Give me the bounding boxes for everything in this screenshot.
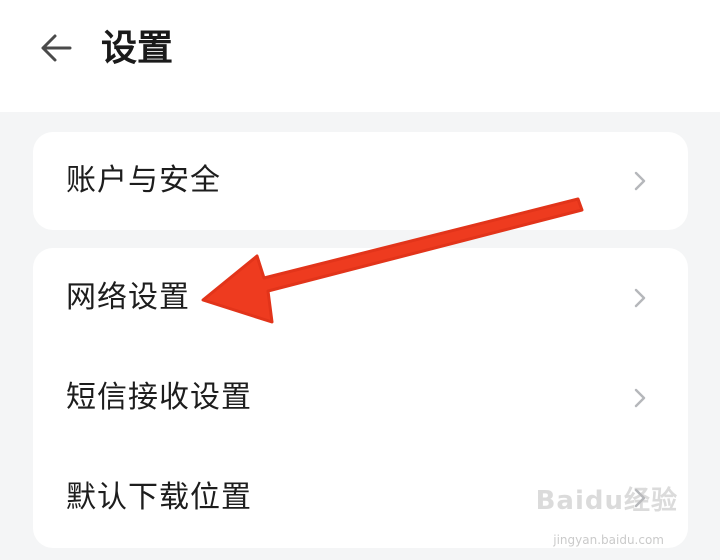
settings-item-label: 网络设置 bbox=[66, 280, 190, 315]
chevron-right-icon bbox=[634, 171, 646, 191]
chevron-right-icon bbox=[634, 288, 646, 308]
settings-group-account: 账户与安全 bbox=[33, 132, 688, 230]
settings-item-network[interactable]: 网络设置 bbox=[33, 248, 688, 348]
arrow-left-icon bbox=[41, 34, 72, 62]
chevron-right-icon bbox=[634, 388, 646, 408]
back-button[interactable] bbox=[34, 28, 78, 68]
settings-item-account-security[interactable]: 账户与安全 bbox=[33, 132, 688, 230]
settings-item-label: 短信接收设置 bbox=[66, 380, 252, 415]
watermark-logo: Baidu经验 bbox=[535, 486, 678, 516]
page-title: 设置 bbox=[101, 28, 174, 69]
header-bar: 设置 bbox=[0, 0, 720, 112]
settings-item-sms-receive[interactable]: 短信接收设置 bbox=[33, 348, 688, 448]
settings-item-label: 默认下载位置 bbox=[66, 480, 252, 515]
watermark-url: jingyan.baidu.com bbox=[553, 533, 664, 547]
settings-item-label: 账户与安全 bbox=[66, 163, 221, 198]
